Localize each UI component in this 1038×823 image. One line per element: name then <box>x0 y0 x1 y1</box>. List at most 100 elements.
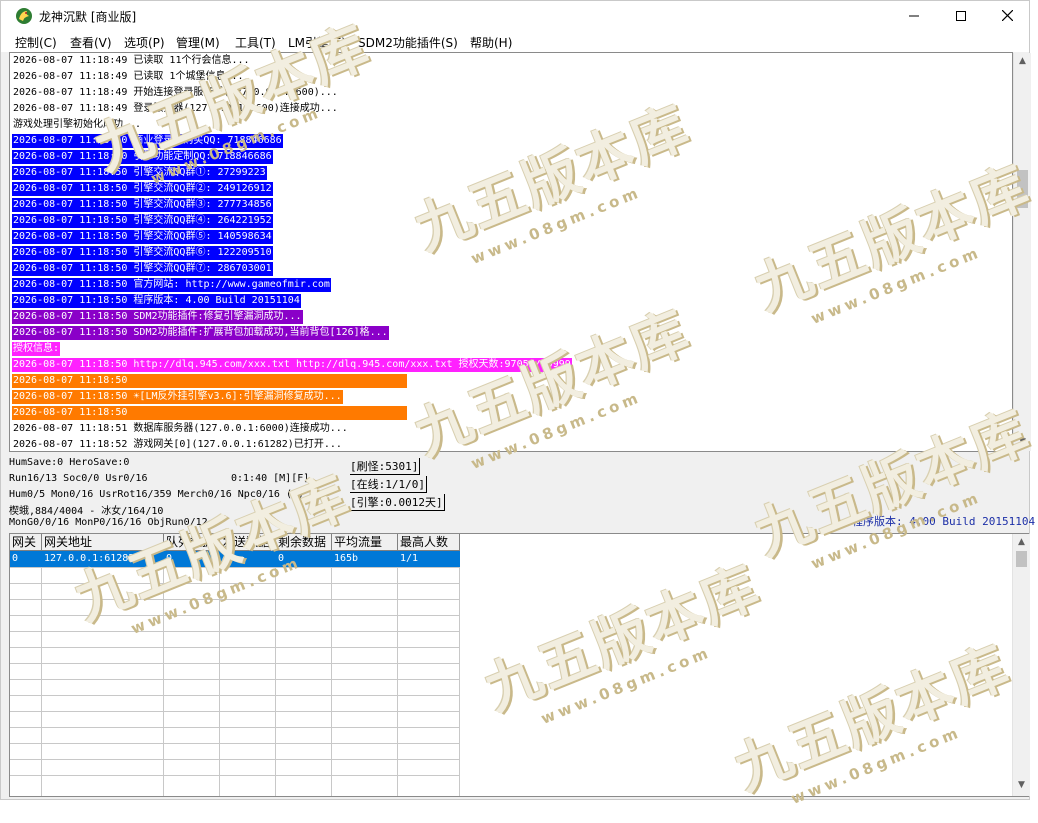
main-window: 龙神沉默 [商业版] 控制(C) 查看(V) 选项(P) 管理(M) 工具(T)… <box>0 0 1038 808</box>
log-line: 2026-08-07 11:18:50 SDM2功能插件:修复引擎漏洞成功... <box>12 310 303 324</box>
status-run: Run16/13 Soc0/0 Usr0/16 <box>9 473 148 484</box>
menu-tools[interactable]: 工具(T) <box>235 34 276 51</box>
table-cell: 0 <box>278 553 285 564</box>
log-line: 游戏处理引擎初始化成功... <box>13 119 142 130</box>
status-save: HumSave:0 HeroSave:0 <box>9 457 130 468</box>
log-scrollbar[interactable]: ▲ ▼ <box>1013 53 1031 451</box>
column-header[interactable]: 网关地址 <box>42 534 164 551</box>
grid-column-line <box>459 551 460 796</box>
column-header[interactable]: 队列数据 <box>164 534 220 551</box>
grid-row-line <box>10 567 460 568</box>
log-line: 2026-08-07 11:18:50 引擎交流QQ群①: 27299223 <box>12 166 267 180</box>
grid-row-line <box>10 727 460 728</box>
menu-manage[interactable]: 管理(M) <box>176 34 220 51</box>
grid-row-line <box>10 695 460 696</box>
log-line: 2026-08-07 11:18:50 官方网站: http://www.gam… <box>12 278 331 292</box>
table-cell: 1/1 <box>400 553 419 564</box>
table-scrollbar[interactable]: ▲ ▼ <box>1012 534 1030 796</box>
status-time: 0:1:40 [M][F] <box>231 473 310 484</box>
log-line: 2026-08-07 11:18:50 http://dlq.945.com/x… <box>12 358 572 372</box>
grid-column-line <box>163 551 164 796</box>
log-line: 2026-08-07 11:18:49 开始连接登录服务器(127.0.0.1:… <box>13 87 338 98</box>
log-line: 2026-08-07 11:18:51 数据库服务器(127.0.0.1:600… <box>13 423 348 434</box>
grid-row-line <box>10 631 460 632</box>
table-scroll-up-icon[interactable]: ▲ <box>1013 537 1030 547</box>
grid-row-line <box>10 599 460 600</box>
grid-row-line <box>10 615 460 616</box>
log-line: 2026-08-07 11:18:52 游戏网关[0](127.0.0.1:61… <box>13 439 342 450</box>
status-monsters: MonG0/0/16 MonP0/16/16 ObjRun0/12 <box>9 517 208 528</box>
log-line: 2026-08-07 11:18:50 引擎交流QQ群②: 249126912 <box>12 182 273 196</box>
grid-row-line <box>10 759 460 760</box>
column-header[interactable]: 平均流量 <box>332 534 398 551</box>
table-cell: 0 <box>12 553 19 564</box>
menu-control[interactable]: 控制(C) <box>15 34 57 51</box>
scroll-down-icon[interactable]: ▼ <box>1014 437 1031 447</box>
menu-view[interactable]: 查看(V) <box>70 34 112 51</box>
table-scrollbar-thumb[interactable] <box>1016 551 1027 567</box>
gateway-table[interactable]: 网关 网关地址 队列数据 发送数据 剩余数据 平均流量 最高人数 0 127.0.0.1:612… <box>9 533 1029 797</box>
log-line: 2026-08-07 11:18:50 ☀[LM反外挂引擎v3.6]:引擎漏洞修… <box>12 390 343 404</box>
column-header[interactable]: 最高人数 <box>398 534 460 551</box>
log-line: 2026-08-07 11:18:50 <box>12 406 407 420</box>
grid-row-line <box>10 711 460 712</box>
table-cell: 165b <box>334 553 359 564</box>
window-title: 龙神沉默 [商业版] <box>39 10 137 24</box>
table-cell: 0 <box>166 553 173 564</box>
grid-column-line <box>275 551 276 796</box>
grid-column-line <box>331 551 332 796</box>
grid-column-line <box>219 551 220 796</box>
status-version: 程序版本: 4.00 Build 20151104 <box>852 515 1036 528</box>
status-map: 楔蛾,884/4004 - 冰女/164/10 <box>9 506 164 517</box>
log-line: 2026-08-07 11:18:50 引擎功能定制QQ: 718846686 <box>12 150 273 164</box>
log-line: 2026-08-07 11:18:50 引擎交流QQ群⑦: 286703001 <box>12 262 273 276</box>
table-cell: 127.0.0.1:61282 <box>44 553 135 564</box>
log-line: 2026-08-07 11:18:50 SDM2功能插件:扩展背包加载成功,当前… <box>12 326 389 340</box>
log-line: 2026-08-07 11:18:50 商业登录器购买QQ: 718846686 <box>12 134 283 148</box>
log-line: 2026-08-07 11:18:50 引擎交流QQ群③: 277734856 <box>12 198 273 212</box>
table-scroll-down-icon[interactable]: ▼ <box>1013 780 1030 790</box>
column-header[interactable]: 发送数据 <box>220 534 276 551</box>
column-header[interactable]: 网关 <box>10 534 42 551</box>
grid-column-line <box>41 551 42 796</box>
table-cell: 4 <box>222 553 229 564</box>
grid-row-line <box>10 775 460 776</box>
menu-lm-engine[interactable]: LM引擎(E) <box>288 34 346 51</box>
log-scrollbar-thumb[interactable] <box>1017 170 1028 208</box>
menu-options[interactable]: 选项(P) <box>124 34 165 51</box>
log-line: 2026-08-07 11:18:49 已读取 1个城堡信息... <box>13 71 244 82</box>
log-line: 2026-08-07 11:18:50 引擎交流QQ群⑥: 122209510 <box>12 246 273 260</box>
close-icon <box>1001 9 1013 22</box>
log-line: 2026-08-07 11:18:50 引擎交流QQ群④: 264221952 <box>12 214 273 228</box>
grid-row-line <box>10 679 460 680</box>
log-line: 2026-08-07 11:18:50 程序版本: 4.00 Build 201… <box>12 294 301 308</box>
log-line: 2026-08-07 11:18:49 登录服务器(127.0.0.1:5600… <box>13 103 338 114</box>
dragon-app-icon <box>16 8 32 24</box>
status-engine: [引擎:0.0012天] <box>350 494 445 511</box>
status-refresh: [刷怪:5301] <box>350 458 421 475</box>
log-line: 授权信息: <box>12 342 61 356</box>
log-line: 2026-08-07 11:18:49 已读取 11个行会信息... <box>13 55 250 66</box>
column-header[interactable]: 剩余数据 <box>276 534 332 551</box>
log-panel[interactable]: 2026-08-07 11:18:49 已读取 11个行会信息... 2026-0… <box>9 52 1013 452</box>
close-button[interactable] <box>984 1 1030 31</box>
log-line: 2026-08-07 11:18:50 引擎交流QQ群⑤: 140598634 <box>12 230 273 244</box>
grid-row-line <box>10 663 460 664</box>
grid-row-line <box>10 647 460 648</box>
menu-help[interactable]: 帮助(H) <box>470 34 512 51</box>
title-bar[interactable]: 龙神沉默 [商业版] <box>1 1 1029 31</box>
log-line: 2026-08-07 11:18:50 <box>12 374 407 388</box>
scroll-up-icon[interactable]: ▲ <box>1014 56 1031 66</box>
maximize-button[interactable] <box>938 1 984 31</box>
menu-sdm2-plugin[interactable]: SDM2功能插件(S) <box>358 34 458 51</box>
minimize-icon <box>909 15 919 17</box>
status-panel: HumSave:0 HeroSave:0 Run16/13 Soc0/0 Usr… <box>9 453 1035 531</box>
grid-column-line <box>397 551 398 796</box>
maximize-icon <box>956 11 966 21</box>
status-online: [在线:1/1/0] <box>350 476 427 493</box>
grid-row-line <box>10 583 460 584</box>
minimize-button[interactable] <box>891 1 937 31</box>
grid-row-line <box>10 743 460 744</box>
menu-bar: 控制(C) 查看(V) 选项(P) 管理(M) 工具(T) LM引擎(E) SD… <box>1 31 1029 52</box>
status-counts: Hum0/5 Mon0/16 UsrRot16/359 Merch0/16 Np… <box>9 489 305 500</box>
